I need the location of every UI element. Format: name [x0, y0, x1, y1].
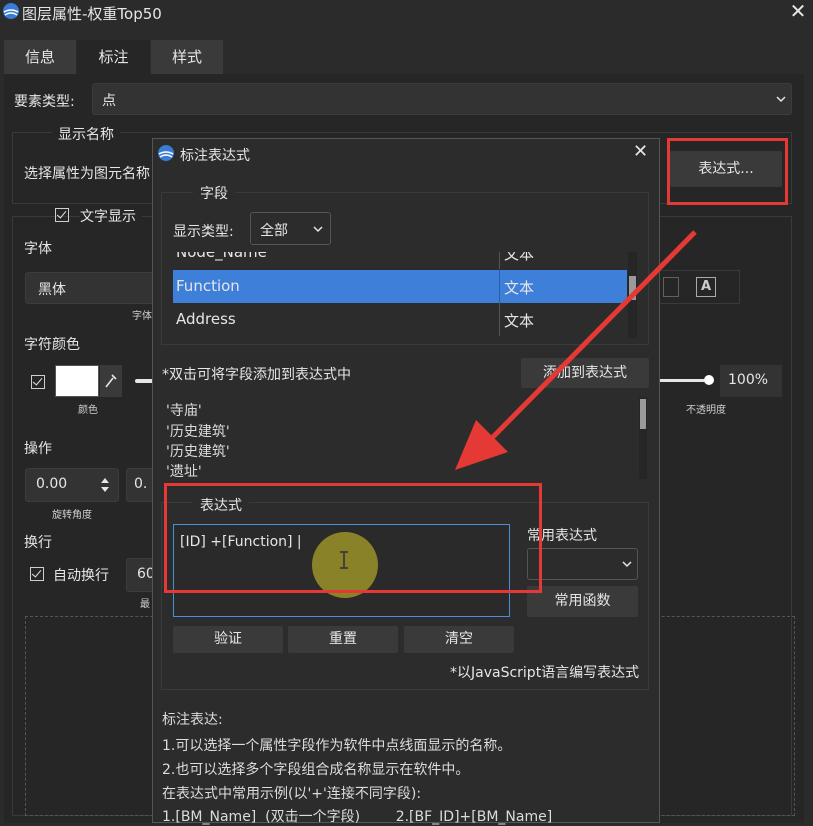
opacity-sublabel: 不透明度 [686, 405, 726, 416]
text-style-group [654, 270, 740, 304]
font-label: 字体 [24, 241, 52, 257]
help-line: 1.[BM_Name] (双击一个字段) 2.[BF_ID]+[BM_Name] [162, 809, 553, 825]
field-section-title: 字段 [193, 183, 235, 203]
display-type-select[interactable]: 全部 [250, 212, 331, 245]
help-line: 2.也可以选择多个字段组合成名称显示在软件中。 [162, 762, 470, 778]
common-functions-button[interactable]: 常用函数 [527, 586, 638, 617]
value-list[interactable]: '寺庙' '历史建筑' '历史建筑' '遗址' [161, 397, 649, 479]
char-color-label: 字符颜色 [24, 337, 80, 353]
wrap-sublabel: 最 [140, 599, 150, 610]
rotation-sublabel: 旋转角度 [52, 510, 92, 521]
font-select[interactable]: 黑体 [25, 272, 155, 304]
color-sublabel: 颜色 [78, 405, 98, 416]
list-item[interactable]: '寺庙' [166, 400, 202, 420]
common-expression-select[interactable] [527, 548, 638, 580]
wrap-label: 换行 [24, 535, 52, 551]
list-item[interactable]: '历史建筑' [166, 421, 230, 441]
select-attribute-label: 选择属性为图元名称 [24, 166, 150, 182]
field-name: Node_Name [176, 252, 267, 261]
tab-label[interactable]: 标注 [77, 40, 150, 74]
table-row[interactable]: Node_Name 文本 [173, 252, 627, 269]
add-to-expression-button[interactable]: 添加到表达式 [521, 358, 649, 388]
list-item[interactable]: '遗址' [166, 461, 202, 479]
reset-button[interactable]: 重置 [288, 626, 398, 653]
font-sublabel: 字体 [132, 311, 152, 322]
display-type-label: 显示类型: [173, 224, 234, 240]
help-line: 标注表达: [162, 712, 223, 728]
window-title: 图层属性-权重Top50 [22, 5, 162, 23]
opacity-value: 100% [728, 372, 769, 388]
eyedropper-button[interactable] [100, 365, 122, 397]
clear-button[interactable]: 清空 [404, 626, 514, 653]
double-click-hint: *双击可将字段添加到表达式中 [162, 367, 351, 383]
table-row-selected[interactable]: Function 文本 [173, 270, 627, 303]
char-color-checkbox[interactable] [31, 375, 45, 389]
field-table[interactable]: Node_Name 文本 Function 文本 Address 文本 [173, 252, 637, 338]
text-display-label: 文字显示 [80, 206, 142, 226]
app-logo-icon [3, 3, 19, 19]
field-type: 文本 [504, 312, 535, 330]
auto-wrap-label: 自动换行 [53, 568, 109, 584]
tab-style[interactable]: 样式 [151, 40, 223, 74]
value-list-scrollbar[interactable] [639, 397, 647, 479]
operation-label: 操作 [24, 441, 52, 457]
label-expression-dialog: 标注表达式 ✕ 字段 显示类型: 全部 Node_Name 文本 Functio… [152, 138, 660, 825]
tab-bar: 信息 标注 样式 [0, 40, 813, 74]
rotation-spinbox[interactable]: 0.00 [25, 468, 119, 502]
text-display-checkbox[interactable] [55, 208, 69, 222]
dialog-title: 标注表达式 [180, 148, 250, 164]
color-swatch[interactable] [55, 365, 99, 397]
scrollbar-thumb[interactable] [640, 399, 646, 429]
font-value: 黑体 [38, 282, 66, 298]
field-name: Function [176, 277, 240, 295]
display-type-value: 全部 [260, 223, 288, 239]
opacity-field[interactable]: 100% [720, 365, 782, 397]
table-row[interactable]: Address 文本 [173, 303, 627, 336]
field-name: Address [176, 310, 236, 328]
javascript-hint: *以JavaScript语言编写表达式 [450, 665, 640, 681]
dialog-logo-icon [158, 145, 174, 161]
feature-type-select[interactable]: 点 [92, 83, 792, 115]
eyedropper-icon [105, 374, 117, 388]
field-type: 文本 [504, 279, 535, 297]
chevron-down-icon [622, 561, 632, 568]
rotation-value: 0.00 [36, 476, 68, 492]
tab-info[interactable]: 信息 [4, 40, 76, 74]
opacity-slider-thumb[interactable] [704, 375, 714, 385]
spin-arrows-icon[interactable] [100, 475, 110, 495]
second-spinbox-value: 0. [134, 476, 148, 492]
scrollbar-thumb[interactable] [629, 276, 636, 300]
list-item[interactable]: '历史建筑' [166, 441, 230, 461]
dialog-close-icon[interactable]: ✕ [633, 141, 648, 162]
display-name-title: 显示名称 [52, 124, 120, 144]
chevron-down-icon [776, 96, 786, 103]
close-icon[interactable]: ✕ [786, 0, 810, 24]
feature-type-label: 要素类型: [14, 94, 75, 110]
chevron-down-icon [313, 226, 323, 233]
highlight-expression-editor [164, 483, 542, 593]
field-type: 文本 [504, 252, 535, 263]
field-table-scrollbar[interactable] [628, 252, 637, 338]
auto-wrap-checkbox[interactable] [30, 567, 44, 581]
opacity-slider-track[interactable] [660, 379, 706, 382]
highlight-expression-button [667, 138, 788, 205]
feature-type-value: 点 [102, 93, 116, 109]
help-line: 在表达式中常用示例(以'+'连接不同字段): [162, 786, 422, 802]
help-line: 1.可以选择一个属性字段作为软件中点线面显示的名称。 [162, 738, 512, 754]
validate-button[interactable]: 验证 [173, 626, 283, 653]
